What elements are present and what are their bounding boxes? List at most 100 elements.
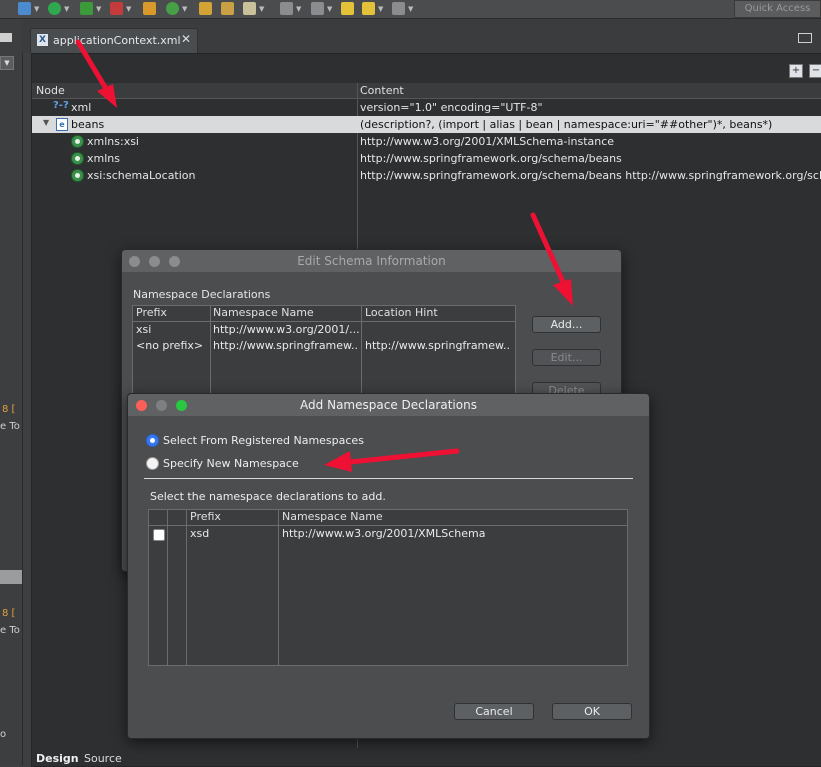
refresh-icon[interactable] bbox=[166, 2, 179, 15]
chevron-down-icon[interactable]: ▼ bbox=[182, 5, 187, 13]
radio-registered-label[interactable]: Select From Registered Namespaces bbox=[163, 434, 364, 447]
collapse-all-icon[interactable]: − bbox=[809, 64, 821, 78]
tab-source[interactable]: Source bbox=[84, 752, 122, 765]
folder-icon[interactable] bbox=[221, 2, 234, 15]
tab-design[interactable]: Design bbox=[36, 752, 79, 765]
namespace-table[interactable]: Prefix Namespace Name Location Hint xsi … bbox=[132, 305, 516, 397]
ok-button[interactable]: OK bbox=[552, 703, 632, 720]
chevron-down-icon[interactable]: ▼ bbox=[64, 5, 69, 13]
tree-row-attribute[interactable]: xmlns http://www.springframework.org/sch… bbox=[32, 150, 821, 167]
left-view-text: 8 [ bbox=[2, 404, 16, 415]
minimize-icon[interactable] bbox=[156, 400, 167, 411]
last-edit-icon[interactable] bbox=[341, 2, 354, 15]
back-icon[interactable] bbox=[362, 2, 375, 15]
node-content: (description?, (import | alias | bean | … bbox=[360, 118, 773, 131]
close-icon[interactable] bbox=[129, 256, 140, 267]
pen-icon[interactable] bbox=[243, 2, 256, 15]
tree-row-beans[interactable]: ▼ e beans (description?, (import | alias… bbox=[32, 116, 821, 133]
open-folder-icon[interactable] bbox=[199, 2, 212, 15]
left-view-strip: ▼ 8 [ e To 8 [ e To o bbox=[0, 19, 23, 765]
forward-icon[interactable] bbox=[392, 2, 405, 15]
radio-registered[interactable] bbox=[146, 434, 159, 447]
row-namespace[interactable]: http://www.w3.org/2001/XMLSchema bbox=[282, 527, 622, 540]
chevron-down-icon[interactable]: ▼ bbox=[259, 5, 264, 13]
row-namespace[interactable]: http://www.w3.org/2001/... bbox=[213, 323, 359, 336]
radio-new-label[interactable]: Specify New Namespace bbox=[163, 457, 299, 470]
stop-icon[interactable] bbox=[110, 2, 123, 15]
row-location[interactable]: http://www.springframew... bbox=[365, 339, 511, 352]
minimize-icon[interactable] bbox=[149, 256, 160, 267]
column-divider bbox=[210, 306, 211, 396]
editor-bottom-tabs: Design Source bbox=[32, 750, 821, 765]
run-icon[interactable] bbox=[48, 2, 61, 15]
content-column-header[interactable]: Content bbox=[360, 84, 404, 97]
external-tools-icon[interactable] bbox=[80, 2, 93, 15]
quick-access-field[interactable]: Quick Access bbox=[734, 0, 821, 18]
row-checkbox[interactable] bbox=[153, 529, 165, 541]
prefix-column-header[interactable]: Prefix bbox=[190, 510, 221, 525]
header-divider bbox=[149, 525, 627, 526]
expand-all-icon[interactable]: + bbox=[789, 64, 803, 78]
node-content: version="1.0" encoding="UTF-8" bbox=[360, 101, 543, 114]
namespace-column-header[interactable]: Namespace Name bbox=[213, 306, 314, 321]
row-prefix[interactable]: xsi bbox=[136, 323, 208, 336]
editor-toolbar: + − bbox=[32, 58, 821, 83]
node-label: beans bbox=[71, 118, 105, 131]
main-toolbar: ▼ ▼ ▼ ▼ ▼ ▼ ▼ ▼ ▼ ▼ Quick Access bbox=[0, 0, 821, 19]
left-view-selection bbox=[0, 570, 22, 584]
row-prefix[interactable]: <no prefix> bbox=[136, 339, 208, 352]
editor-tab[interactable]: X applicationContext.xml ✕ bbox=[30, 28, 198, 53]
expand-triangle-icon[interactable]: ▼ bbox=[43, 118, 49, 127]
edit-button[interactable]: Edit... bbox=[532, 349, 601, 366]
maximize-icon[interactable] bbox=[176, 400, 187, 411]
dialog-title: Add Namespace Declarations bbox=[128, 394, 649, 416]
chevron-down-icon[interactable]: ▼ bbox=[34, 5, 39, 13]
column-divider bbox=[278, 510, 279, 665]
close-icon[interactable] bbox=[136, 400, 147, 411]
tree-row-attribute[interactable]: xsi:schemaLocation http://www.springfram… bbox=[32, 167, 821, 184]
header-divider bbox=[133, 321, 515, 322]
chevron-down-icon[interactable]: ▼ bbox=[296, 5, 301, 13]
cancel-button[interactable]: Cancel bbox=[454, 703, 534, 720]
prefix-column-header[interactable]: Prefix bbox=[136, 306, 167, 321]
chevron-down-icon[interactable]: ▼ bbox=[408, 5, 413, 13]
xml-file-icon: X bbox=[37, 34, 48, 46]
debug-icon[interactable] bbox=[18, 2, 31, 15]
node-content: http://www.springframework.org/schema/be… bbox=[360, 169, 821, 182]
attribute-icon bbox=[71, 169, 84, 182]
chevron-down-icon[interactable]: ▼ bbox=[126, 5, 131, 13]
chevron-down-icon[interactable]: ▼ bbox=[96, 5, 101, 13]
radio-new[interactable] bbox=[146, 457, 159, 470]
node-label: xsi:schemaLocation bbox=[87, 169, 196, 182]
view-menu-icon[interactable]: ▼ bbox=[0, 56, 14, 70]
node-column-header[interactable]: Node bbox=[36, 84, 65, 97]
radio-dot bbox=[150, 438, 155, 443]
attribute-icon bbox=[71, 135, 84, 148]
registered-namespace-table[interactable]: Prefix Namespace Name xsd http://www.w3.… bbox=[148, 509, 628, 666]
separator bbox=[144, 478, 633, 479]
close-icon[interactable]: ✕ bbox=[181, 32, 191, 46]
add-namespace-dialog: Add Namespace Declarations Select From R… bbox=[127, 393, 650, 739]
tree-row-xml[interactable]: ?-? xml version="1.0" encoding="UTF-8" bbox=[32, 99, 821, 116]
left-view-text: e To bbox=[0, 421, 20, 432]
annotation-prev-icon[interactable] bbox=[311, 2, 324, 15]
left-view-text: e To bbox=[0, 625, 20, 636]
new-package-icon[interactable] bbox=[143, 2, 156, 15]
row-prefix[interactable]: xsd bbox=[190, 527, 276, 540]
chevron-down-icon[interactable]: ▼ bbox=[327, 5, 332, 13]
processing-instruction-icon: ?-? bbox=[53, 100, 69, 111]
add-button[interactable]: Add... bbox=[532, 316, 601, 333]
maximize-icon[interactable] bbox=[169, 256, 180, 267]
row-namespace[interactable]: http://www.springframew... bbox=[213, 339, 359, 352]
left-view-text: 8 [ bbox=[2, 608, 16, 619]
namespace-column-header[interactable]: Namespace Name bbox=[282, 510, 383, 525]
tree-row-attribute[interactable]: xmlns:xsi http://www.w3.org/2001/XMLSche… bbox=[32, 133, 821, 150]
left-view-tab[interactable] bbox=[0, 33, 12, 42]
minimize-view-icon[interactable] bbox=[798, 33, 812, 43]
location-column-header[interactable]: Location Hint bbox=[365, 306, 438, 321]
chevron-down-icon[interactable]: ▼ bbox=[378, 5, 383, 13]
node-label: xmlns:xsi bbox=[87, 135, 139, 148]
tree-column-header: Node Content bbox=[32, 83, 821, 99]
annotation-next-icon[interactable] bbox=[280, 2, 293, 15]
node-content: http://www.w3.org/2001/XMLSchema-instanc… bbox=[360, 135, 615, 148]
